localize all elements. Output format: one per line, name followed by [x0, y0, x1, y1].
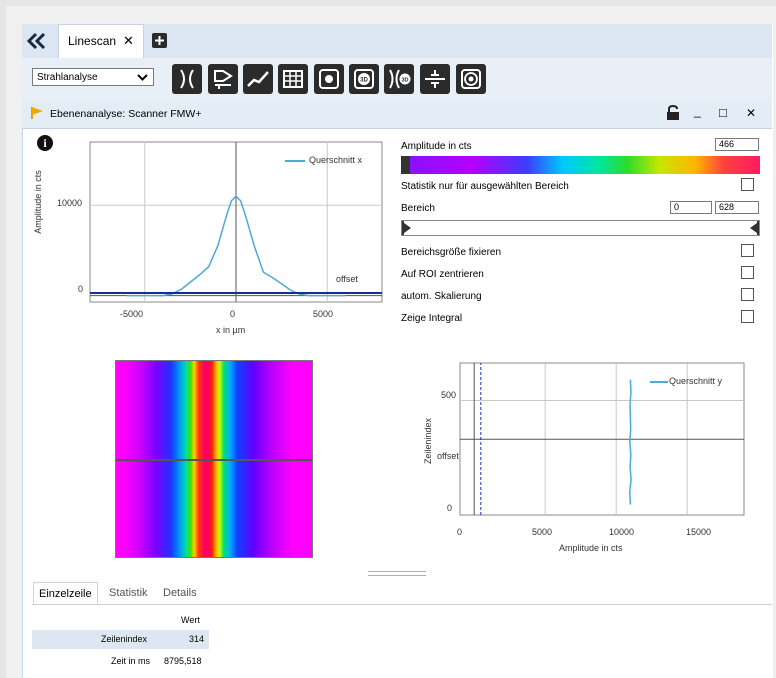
table-tool-button[interactable] — [278, 64, 308, 94]
add-tab-icon[interactable] — [152, 33, 167, 48]
fix-range-checkbox[interactable] — [741, 244, 754, 257]
chart-x-xtick: 5000 — [313, 309, 334, 319]
chart-y-legend-label: Querschnitt y — [669, 376, 723, 386]
tab-details[interactable]: Details — [158, 582, 202, 604]
3d-icon: 3D — [354, 69, 374, 89]
crosshair-icon — [425, 70, 445, 88]
chart-y-xtick: 0 — [457, 527, 463, 537]
chart-x-legend-swatch — [285, 160, 305, 162]
range-to-field[interactable]: 628 — [715, 201, 759, 214]
range-slider[interactable] — [401, 220, 760, 236]
spot-tool-button[interactable] — [314, 64, 344, 94]
window-left-border — [0, 0, 6, 678]
chart-y-ytick: 500 — [441, 390, 457, 400]
table-row-value: 314 — [189, 634, 205, 644]
splitter-handle[interactable] — [368, 571, 426, 576]
chart-y-xtick: 5000 — [532, 527, 553, 537]
table-row-key: Zeilenindex — [101, 634, 148, 644]
center-roi-label: Auf ROI zentrieren — [401, 269, 484, 280]
panel-close-button[interactable]: ✕ — [746, 106, 756, 120]
bottom-tabs-bar — [32, 604, 772, 605]
chart-y-xlabel: Amplitude in cts — [559, 543, 623, 553]
range-label: Bereich — [401, 203, 435, 214]
collapse-left-icon[interactable] — [26, 32, 47, 50]
caustic-icon — [180, 69, 194, 89]
panel-title: Ebenenanalyse: Scanner FMW+ — [50, 108, 202, 120]
autoscale-label: autom. Skalierung — [401, 291, 482, 302]
beam-shape-icon — [214, 70, 233, 89]
chart-y-xtick: 10000 — [609, 527, 635, 537]
table-row-value: 8795,518 — [164, 656, 202, 666]
tab-linescan[interactable]: Linescan ✕ — [58, 24, 144, 58]
amplitude-value-field[interactable]: 466 — [715, 138, 759, 151]
caustic-3d-icon: 3D — [389, 69, 411, 89]
chart-x-ytick: 0 — [78, 284, 84, 294]
stat-selected-checkbox[interactable] — [741, 178, 754, 191]
table-icon — [283, 70, 303, 88]
chart-x-ylabel: Amplitude in cts — [33, 170, 43, 234]
chart-y-offset-label: offset — [437, 451, 459, 461]
tab-einzelzeile[interactable]: Einzelzeile — [33, 582, 98, 604]
stat-selected-label: Statistik nur für ausgewählten Bereich — [401, 181, 569, 192]
tab-close-icon[interactable]: ✕ — [123, 33, 134, 49]
svg-text:3D: 3D — [401, 77, 408, 83]
range-slider-right-handle[interactable] — [749, 221, 759, 235]
chart-y-legend-swatch — [650, 381, 668, 383]
panel-maximize-button[interactable]: □ — [719, 105, 727, 120]
chart-x-xtick: -5000 — [120, 309, 144, 319]
chart-x-legend-label: Querschnitt x — [309, 155, 363, 165]
beam-shape-tool-button[interactable] — [208, 64, 238, 94]
window-top-border — [0, 0, 776, 6]
profile-tool-button[interactable] — [243, 64, 273, 94]
chart-x-offset-label: offset — [336, 274, 358, 284]
crosshair-tool-button[interactable] — [420, 64, 450, 94]
chevron-down-icon — [137, 74, 148, 81]
caustic-tool-button[interactable] — [172, 64, 202, 94]
beam-image-crosshair — [116, 459, 312, 461]
show-integral-label: Zeige Integral — [401, 313, 463, 324]
caustic-3d-tool-button[interactable]: 3D — [384, 64, 414, 94]
tab-label: Linescan — [68, 34, 117, 48]
show-integral-checkbox[interactable] — [741, 310, 754, 323]
chart-y-xtick: 15000 — [686, 527, 712, 537]
fix-range-label: Bereichsgröße fixieren — [401, 247, 502, 258]
range-slider-left-handle[interactable] — [402, 221, 412, 235]
mode-select[interactable]: Strahlanalyse — [32, 68, 154, 86]
3d-tool-button[interactable]: 3D — [349, 64, 379, 94]
table-header-value: Wert — [181, 615, 200, 625]
mode-select-value: Strahlanalyse — [37, 72, 98, 83]
chart-x-xlabel: x in µm — [216, 325, 246, 335]
chart-x-xtick: 0 — [230, 309, 236, 319]
spot-icon — [319, 69, 339, 89]
tab-statistik[interactable]: Statistik — [104, 582, 153, 604]
amplitude-color-scale — [401, 156, 760, 174]
flag-icon — [30, 106, 44, 123]
center-roi-checkbox[interactable] — [741, 266, 754, 279]
chart-x-ytick: 10000 — [57, 198, 83, 208]
rings-icon — [461, 69, 481, 89]
table-row-key: Zeit in ms — [111, 656, 151, 666]
svg-text:3D: 3D — [360, 78, 368, 84]
rings-tool-button[interactable] — [456, 64, 486, 94]
profile-curve-icon — [247, 71, 269, 87]
lock-icon[interactable] — [666, 104, 680, 124]
chart-y-ytick: 0 — [447, 503, 453, 513]
amplitude-label: Amplitude in cts — [401, 141, 472, 152]
beam-image[interactable] — [115, 360, 313, 558]
range-from-field[interactable]: 0 — [670, 201, 712, 214]
panel-minimize-button[interactable]: _ — [694, 104, 701, 118]
chart-y-ylabel: Zeilenindex — [423, 417, 433, 465]
autoscale-checkbox[interactable] — [741, 288, 754, 301]
